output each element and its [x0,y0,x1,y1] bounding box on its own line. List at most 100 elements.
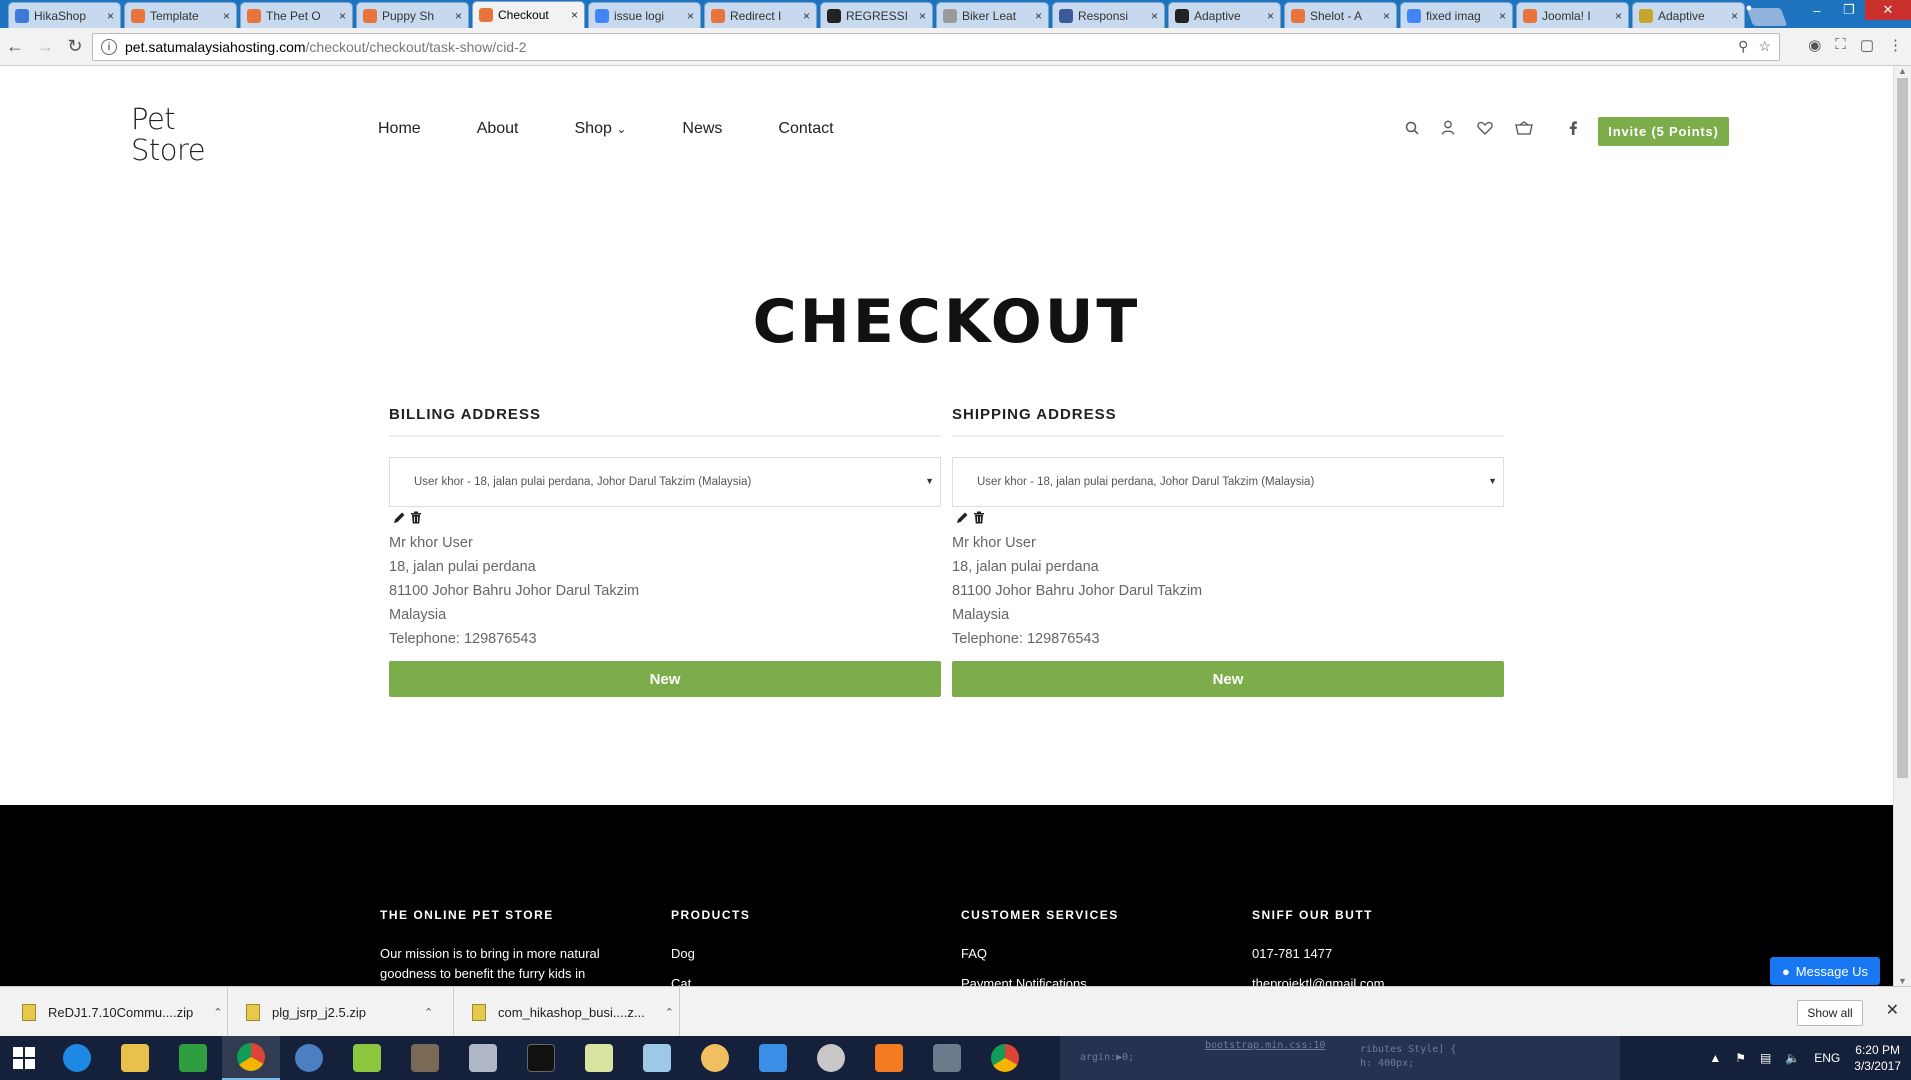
browser-tab[interactable]: Biker Leat × [936,2,1049,28]
scroll-up-icon[interactable]: ▲ [1898,66,1907,76]
bookmark-star-icon[interactable]: ☆ [1758,38,1771,55]
chrome-icon[interactable] [222,1036,280,1080]
nav-news[interactable]: News [682,120,722,138]
tab-close-icon[interactable]: × [571,8,578,22]
new-shipping-address-button[interactable]: New [952,661,1504,697]
tab-close-icon[interactable]: × [1499,9,1506,23]
browser-tab[interactable]: Template × [124,2,237,28]
language-indicator[interactable]: ENG [1814,1051,1840,1065]
browser-tab[interactable]: issue logi × [588,2,701,28]
tab-close-icon[interactable]: × [803,9,810,23]
footer-email[interactable]: theprojektl@gmail.com [1252,974,1384,986]
browser-tab[interactable]: Joomla! I × [1516,2,1629,28]
forward-icon[interactable]: → [30,32,60,62]
tab-close-icon[interactable]: × [223,9,230,23]
wishlist-heart-icon[interactable] [1477,121,1493,135]
browser-tab[interactable]: Checkout × [472,1,585,28]
nav-shop[interactable]: Shop ⌄ [575,120,627,138]
windows-start-icon[interactable] [0,1036,48,1080]
account-icon[interactable] [1441,120,1455,135]
restore-icon[interactable]: ❐ [1833,0,1865,20]
mobile-app-icon[interactable] [918,1036,976,1080]
cart-basket-icon[interactable] [1515,120,1533,135]
edit-pencil-icon[interactable] [956,511,969,529]
thunderbird-icon[interactable] [280,1036,338,1080]
minimize-icon[interactable]: – [1801,0,1833,20]
menu-icon[interactable]: ⋮ [1888,36,1903,54]
footer-link-cat[interactable]: Cat [671,974,750,986]
download-item[interactable]: com_hikashop_busi....z... ⌃ [454,987,680,1037]
flag-icon[interactable]: ⚑ [1735,1051,1746,1065]
invite-points-button[interactable]: Invite (5 Points) [1598,117,1729,146]
close-icon[interactable]: ✕ [1886,1000,1899,1020]
screen-capture-icon[interactable] [744,1036,802,1080]
paint-app-icon[interactable] [686,1036,744,1080]
scroll-down-icon[interactable]: ▼ [1898,976,1907,986]
window-extension-icon[interactable]: ▢ [1860,36,1874,54]
tab-close-icon[interactable]: × [1383,9,1390,23]
volume-icon[interactable]: 🔈 [1785,1051,1800,1065]
gimp-icon[interactable] [396,1036,454,1080]
tab-close-icon[interactable]: × [455,9,462,23]
browser-tab[interactable]: Responsi × [1052,2,1165,28]
footer-link-payment[interactable]: Payment Notifications [961,974,1119,986]
browser-tab[interactable]: The Pet O × [240,2,353,28]
network-icon[interactable]: ▤ [1760,1051,1771,1065]
nav-contact[interactable]: Contact [778,120,833,138]
shipping-address-select[interactable]: User khor - 18, jalan pulai perdana, Joh… [952,457,1504,507]
xampp-icon[interactable] [860,1036,918,1080]
nav-home[interactable]: Home [378,120,421,138]
browser-tab[interactable]: Adaptive × [1632,2,1745,28]
clock[interactable]: 6:20 PM 3/3/2017 [1854,1042,1901,1074]
delete-trash-icon[interactable] [410,511,422,529]
browser-user-icon[interactable]: ● [1737,2,1761,18]
internet-explorer-icon[interactable] [48,1036,106,1080]
page-scrollbar[interactable]: ▲ ▼ [1893,66,1911,986]
facebook-icon[interactable] [1569,120,1577,135]
scrollbar-thumb[interactable] [1897,78,1908,778]
tab-close-icon[interactable]: × [1035,9,1042,23]
tray-overflow-icon[interactable]: ▲ [1709,1051,1721,1065]
browser-tab[interactable]: REGRESSI × [820,2,933,28]
camera-extension-icon[interactable]: ◉ [1808,36,1821,54]
site-logo[interactable]: Pet Store [131,104,206,166]
download-item[interactable]: plg_jsrp_j2.5.zip ⌃ [228,987,454,1037]
address-bar[interactable]: i pet.satumalaysiahosting.com/checkout/c… [92,33,1780,61]
close-window-icon[interactable]: ✕ [1865,0,1911,20]
notes-app-icon[interactable] [628,1036,686,1080]
tab-close-icon[interactable]: × [339,9,346,23]
browser-tab[interactable]: Puppy Sh × [356,2,469,28]
new-billing-address-button[interactable]: New [389,661,941,697]
chevron-up-icon[interactable]: ⌃ [424,1006,433,1019]
show-all-downloads-button[interactable]: Show all [1797,1000,1863,1026]
search-icon[interactable] [1405,121,1419,135]
browser-tab[interactable]: fixed imag × [1400,2,1513,28]
chart-app-icon[interactable] [570,1036,628,1080]
disk-utility-icon[interactable] [802,1036,860,1080]
billing-address-select[interactable]: User khor - 18, jalan pulai perdana, Joh… [389,457,941,507]
site-info-icon[interactable]: i [101,39,117,55]
file-explorer-icon[interactable] [106,1036,164,1080]
delete-trash-icon[interactable] [973,511,985,529]
android-studio-icon[interactable] [338,1036,396,1080]
browser-tab[interactable]: Adaptive × [1168,2,1281,28]
back-icon[interactable]: ← [0,32,30,62]
fullscreen-extension-icon[interactable]: ⛶ [1835,36,1846,54]
tab-close-icon[interactable]: × [1615,9,1622,23]
tab-close-icon[interactable]: × [919,9,926,23]
chevron-up-icon[interactable]: ⌃ [213,1006,222,1019]
download-item[interactable]: ReDJ1.7.10Commu....zip ⌃ [0,987,228,1037]
chrome-canary-icon[interactable] [976,1036,1034,1080]
reload-icon[interactable]: ↻ [60,32,90,62]
messenger-button[interactable]: ● Message Us [1770,957,1880,985]
tab-close-icon[interactable]: × [1267,9,1274,23]
nav-about[interactable]: About [477,120,519,138]
footer-link-dog[interactable]: Dog [671,944,750,964]
tab-close-icon[interactable]: × [687,9,694,23]
terminal-icon[interactable] [512,1036,570,1080]
tab-close-icon[interactable]: × [1151,9,1158,23]
footer-phone[interactable]: 017-781 1477 [1252,944,1384,964]
browser-tab[interactable]: Shelot - A × [1284,2,1397,28]
browser-tab[interactable]: HikaShop × [8,2,121,28]
tab-close-icon[interactable]: × [107,9,114,23]
